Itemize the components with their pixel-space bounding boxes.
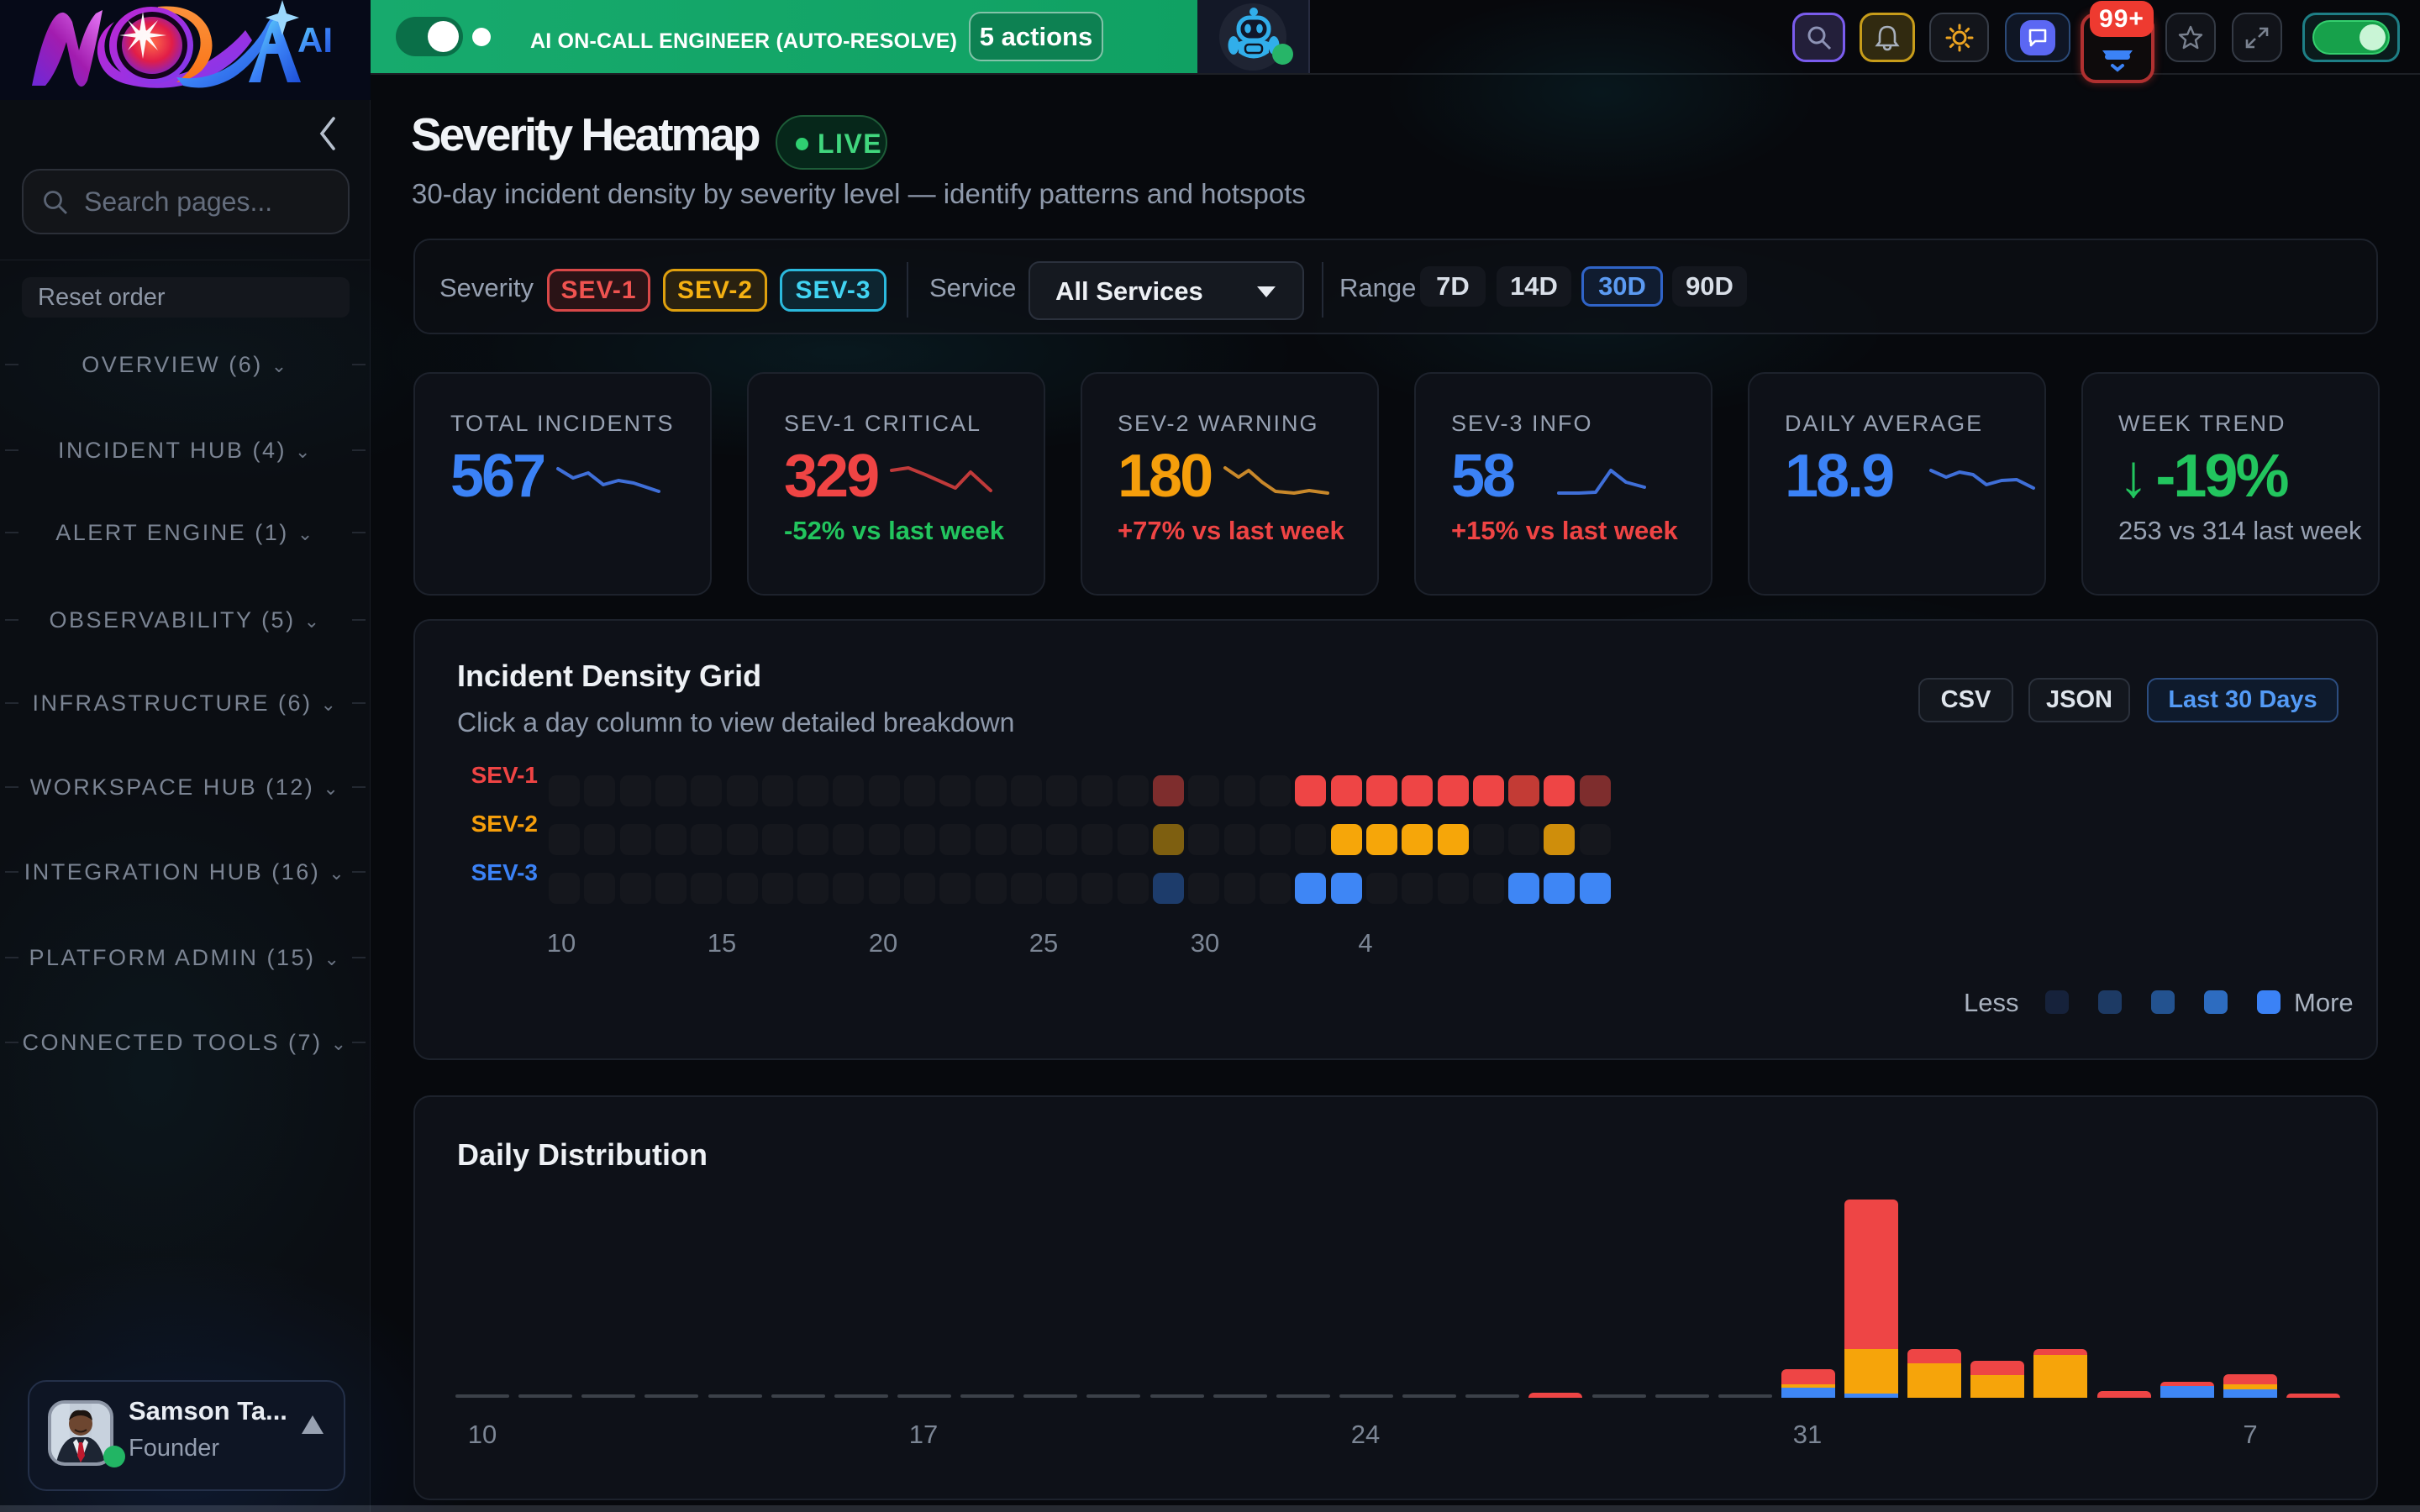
svg-text:AI: AI — [297, 20, 333, 60]
